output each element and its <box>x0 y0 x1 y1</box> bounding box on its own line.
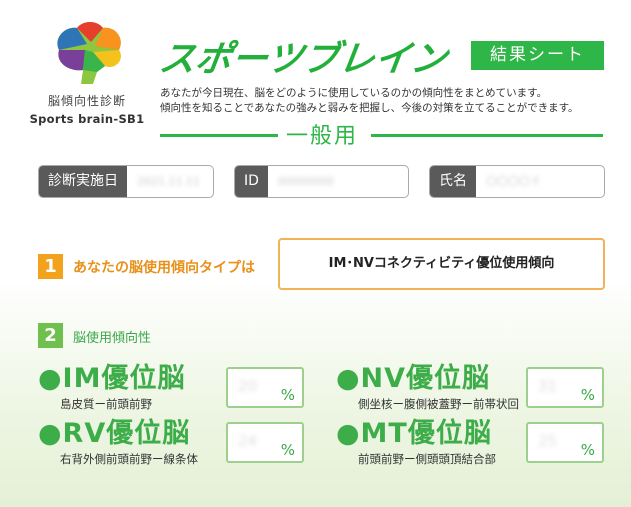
percentage-box-im: 20 % <box>226 367 304 408</box>
percentage-value: 25 <box>538 432 558 450</box>
percentage-value: 24 <box>238 432 258 450</box>
percent-unit: % <box>580 441 595 459</box>
percentage-value: 20 <box>238 377 258 395</box>
logo-subtitle-jp: 脳傾向性診断 <box>47 94 126 108</box>
question-2-number: 2 <box>38 323 63 348</box>
section-divider-left <box>160 134 278 137</box>
id-field: ID 00000000 <box>234 165 409 198</box>
date-label: 診断実施日 <box>39 166 127 197</box>
description-line-1: あなたが今日現在、脳をどのように使用しているのかの傾向性をまとめています。 <box>160 87 548 99</box>
name-field: 氏名 〇〇〇〇 F <box>429 165 605 198</box>
brain-icon <box>57 22 121 84</box>
date-field: 診断実施日 2021.11.11 <box>38 165 214 198</box>
description: あなたが今日現在、脳をどのように使用しているのかの傾向性をまとめています。 傾向… <box>160 86 579 116</box>
logo: 脳傾向性診断 Sports brain-SB1 <box>26 20 148 126</box>
section-divider-right <box>371 134 603 137</box>
result-sheet-badge: 結果シート <box>471 41 604 70</box>
logo-subtitle-en: Sports brain-SB1 <box>29 112 145 126</box>
section-label: 一般用 <box>286 124 359 149</box>
name-label: 氏名 <box>430 166 476 197</box>
percentage-value: 31 <box>538 377 558 395</box>
id-label: ID <box>235 166 268 197</box>
question-2-heading: 脳使用傾向性 <box>73 331 152 346</box>
question-1-heading: あなたの脳使用傾向タイプは <box>73 260 255 276</box>
page-title: スポーツブレイン <box>156 39 450 80</box>
description-line-2: 傾向性を知ることであなたの強みと弱みを把握し、今後の対策を立てることができます。 <box>160 102 579 114</box>
brain-type-result: IM･NVコネクティビティ優位使用傾向 <box>278 238 605 290</box>
percent-unit: % <box>280 441 295 459</box>
question-1-number: 1 <box>38 254 63 279</box>
percent-unit: % <box>580 386 595 404</box>
name-value: 〇〇〇〇 F <box>486 175 540 188</box>
percent-unit: % <box>280 386 295 404</box>
percentage-box-rv: 24 % <box>226 422 304 463</box>
percentage-box-nv: 31 % <box>526 367 604 408</box>
id-value: 00000000 <box>277 175 334 188</box>
percentage-box-mt: 25 % <box>526 422 604 463</box>
date-value: 2021.11.11 <box>137 175 200 188</box>
